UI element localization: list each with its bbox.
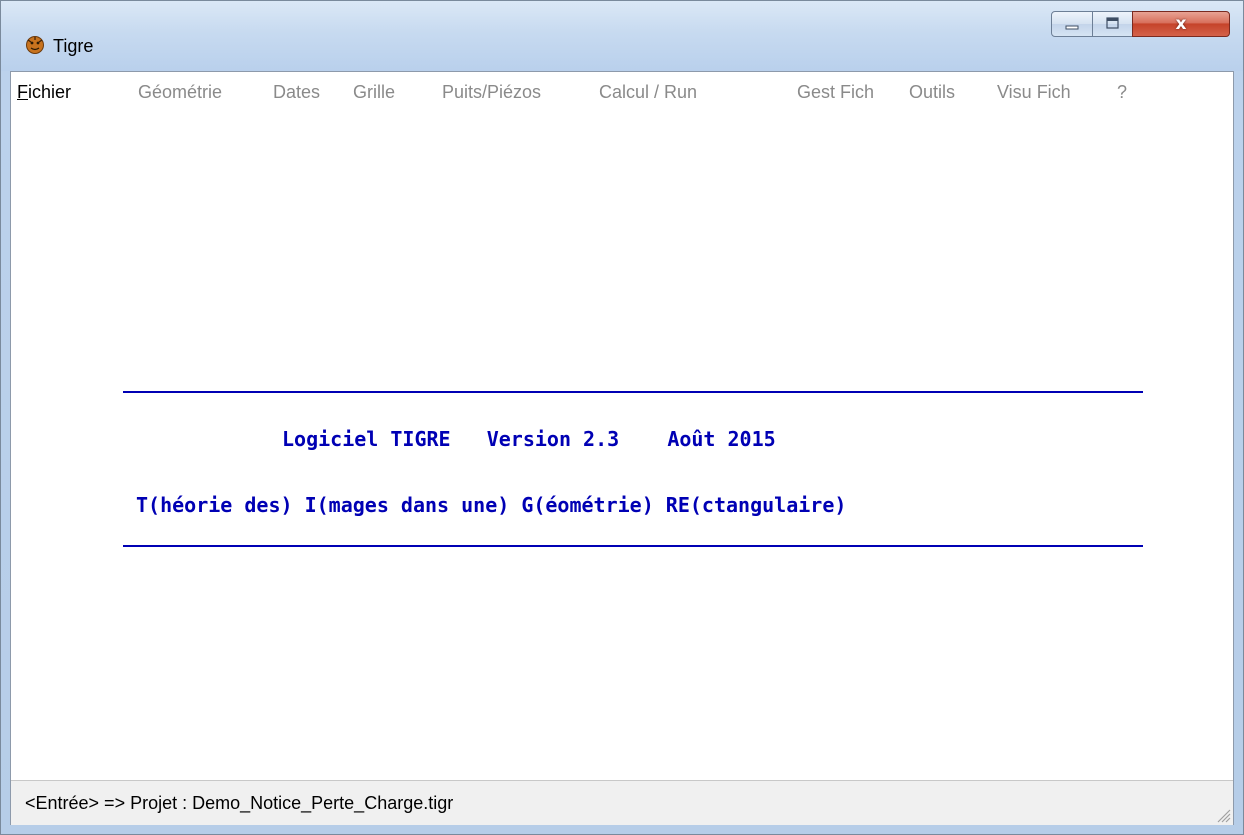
tiger-app-icon[interactable]	[25, 35, 45, 55]
maximize-icon	[1106, 17, 1119, 29]
menu-outils[interactable]: Outils	[909, 81, 955, 103]
top-divider	[123, 391, 1143, 393]
banner-subtitle: T(héorie des) I(mages dans une) G(éométr…	[136, 493, 847, 517]
menu-help[interactable]: ?	[1117, 81, 1127, 103]
status-text: <Entrée> => Projet : Demo_Notice_Perte_C…	[25, 793, 454, 813]
menu-bar: Fichier Géométrie Dates Grille Puits/Pié…	[11, 72, 1233, 113]
window-title: Tigre	[53, 36, 94, 56]
minimize-button[interactable]	[1051, 11, 1093, 37]
close-icon: x	[1175, 14, 1187, 34]
banner-title: Logiciel TIGRE Version 2.3 Août 2015	[282, 427, 776, 451]
menu-puits-piezos[interactable]: Puits/Piézos	[442, 81, 541, 103]
client-area: Fichier Géométrie Dates Grille Puits/Pié…	[10, 71, 1234, 825]
content-area: Logiciel TIGRE Version 2.3 Août 2015 T(h…	[11, 112, 1233, 778]
menu-calcul-run[interactable]: Calcul / Run	[599, 81, 697, 103]
maximize-button[interactable]	[1092, 11, 1133, 37]
bottom-divider	[123, 545, 1143, 547]
menu-fichier-mnemonic: F	[17, 82, 28, 102]
title-bar[interactable]: Tigre x	[1, 1, 1243, 71]
menu-grille[interactable]: Grille	[353, 81, 395, 103]
close-button[interactable]: x	[1132, 11, 1230, 37]
menu-fichier[interactable]: Fichier	[17, 81, 71, 103]
minimize-icon	[1065, 25, 1079, 30]
menu-geometrie[interactable]: Géométrie	[138, 81, 222, 103]
menu-gest-fich[interactable]: Gest Fich	[797, 81, 874, 103]
menu-fichier-label: ichier	[28, 82, 72, 102]
menu-visu-fich[interactable]: Visu Fich	[997, 81, 1071, 103]
menu-dates[interactable]: Dates	[273, 81, 320, 103]
resize-grip-icon[interactable]	[1213, 805, 1231, 823]
status-bar: <Entrée> => Projet : Demo_Notice_Perte_C…	[11, 780, 1233, 825]
app-window: Tigre x Fichier Géométrie Dates Grille P…	[0, 0, 1244, 835]
